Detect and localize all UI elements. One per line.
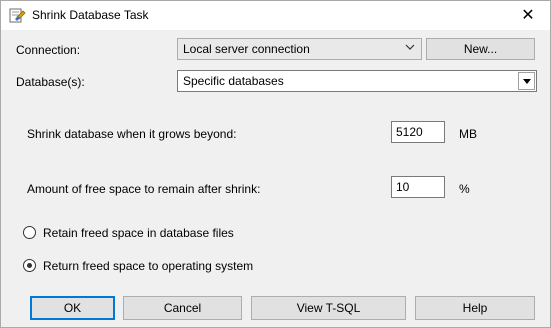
view-tsql-button[interactable]: View T-SQL bbox=[251, 296, 406, 320]
shrink-unit-label: MB bbox=[459, 127, 477, 141]
return-space-label[interactable]: Return freed space to operating system bbox=[43, 259, 253, 273]
database-dropdown[interactable]: Specific databases bbox=[177, 70, 537, 92]
database-label: Database(s): bbox=[16, 75, 85, 89]
help-button[interactable]: Help bbox=[415, 296, 535, 320]
connection-label: Connection: bbox=[16, 43, 81, 57]
shrink-database-dialog: Shrink Database Task ✕ Connection: Local… bbox=[0, 0, 551, 328]
close-icon: ✕ bbox=[521, 7, 535, 24]
shrink-threshold-input[interactable]: 5120 bbox=[391, 121, 445, 143]
close-window-button[interactable]: ✕ bbox=[506, 1, 550, 30]
retain-space-label[interactable]: Retain freed space in database files bbox=[43, 226, 234, 240]
ok-button[interactable]: OK bbox=[30, 296, 115, 320]
shrink-threshold-label: Shrink database when it grows beyond: bbox=[27, 127, 237, 141]
dropdown-arrow-icon bbox=[523, 79, 531, 84]
window-title: Shrink Database Task bbox=[32, 8, 149, 22]
title-bar[interactable]: Shrink Database Task ✕ bbox=[1, 1, 550, 30]
database-dropdown-button[interactable] bbox=[518, 72, 535, 90]
retain-space-radio[interactable] bbox=[23, 226, 36, 239]
database-value: Specific databases bbox=[183, 74, 284, 88]
task-wrench-icon bbox=[9, 8, 26, 23]
radio-selected-dot bbox=[27, 263, 32, 268]
cancel-button[interactable]: Cancel bbox=[123, 296, 242, 320]
chevron-down-icon bbox=[405, 44, 415, 50]
connection-dropdown[interactable]: Local server connection bbox=[177, 38, 422, 60]
free-space-unit-label: % bbox=[459, 182, 470, 196]
free-space-label: Amount of free space to remain after shr… bbox=[27, 182, 261, 196]
free-space-input[interactable]: 10 bbox=[391, 176, 445, 198]
return-space-radio[interactable] bbox=[23, 259, 36, 272]
new-connection-button[interactable]: New... bbox=[426, 38, 535, 60]
connection-value: Local server connection bbox=[183, 42, 310, 56]
